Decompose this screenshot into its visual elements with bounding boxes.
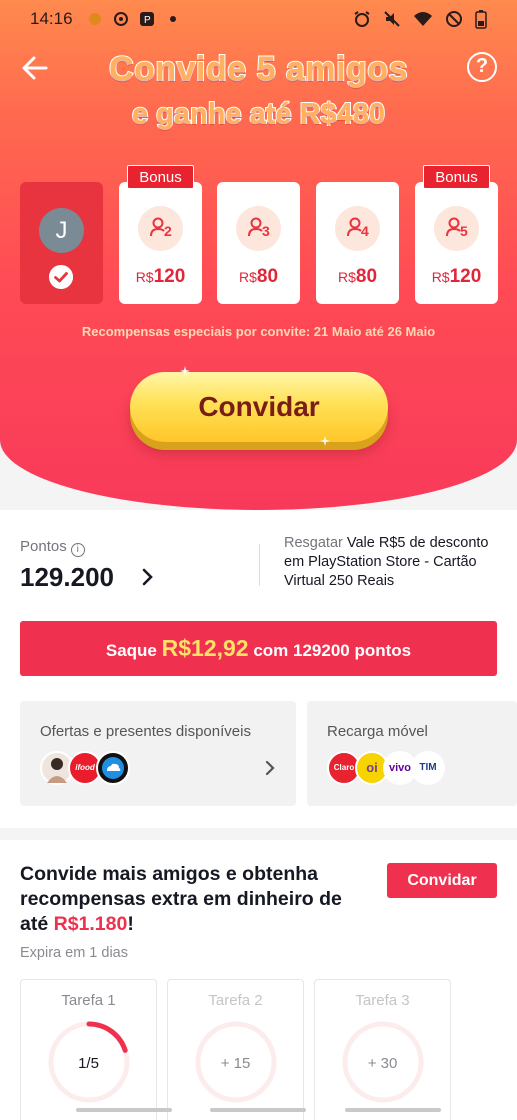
alarm-icon bbox=[354, 11, 370, 27]
points-value[interactable]: 129.200 bbox=[20, 562, 114, 593]
reward-amount: R$80 bbox=[337, 266, 378, 287]
friend-icon: 5 bbox=[434, 206, 479, 251]
invite-more-button[interactable]: Convidar bbox=[387, 863, 497, 898]
bonus-badge: Bonus bbox=[423, 165, 490, 189]
mute-icon bbox=[384, 11, 400, 27]
invite-hero-banner: 14:16 P ? Convide 5 amigos e ganhe até R… bbox=[0, 0, 517, 510]
chevron-right-icon bbox=[265, 760, 275, 776]
friend-number: 4 bbox=[361, 223, 369, 239]
notification-app-icon bbox=[88, 13, 101, 25]
status-bar: 14:16 P bbox=[0, 0, 517, 38]
friend-reward-cards: J Bonus 2 R$120 3 R$80 4 R$80 Bonus 5 R$… bbox=[20, 165, 498, 304]
task-progress-label: + 15 bbox=[220, 1055, 251, 1072]
task-name: Tarefa 2 bbox=[208, 992, 263, 1009]
friend-card-4[interactable]: 4 R$80 bbox=[316, 182, 399, 304]
cloud-logo-icon bbox=[96, 751, 130, 785]
battery-icon bbox=[475, 10, 487, 29]
system-nav-bar bbox=[0, 1104, 517, 1120]
tim-logo-icon: TIM bbox=[411, 751, 445, 785]
svg-text:P: P bbox=[144, 15, 151, 26]
task-progress-label: 1/5 bbox=[78, 1055, 99, 1072]
sparkle-icon bbox=[180, 366, 190, 376]
redeem-link[interactable]: Resgatar Vale R$5 de desconto em PlaySta… bbox=[284, 534, 504, 591]
cash-out-button[interactable]: Saque R$12,92 com 129200 pontos bbox=[20, 621, 497, 676]
friend-number: 2 bbox=[164, 223, 172, 239]
chevron-right-icon[interactable] bbox=[141, 567, 155, 587]
checkmark-icon bbox=[49, 265, 73, 289]
task-name: Tarefa 1 bbox=[61, 992, 116, 1009]
avatar: J bbox=[39, 208, 84, 253]
expiry-text: Expira em 1 dias bbox=[20, 945, 128, 961]
more-rewards-section: Convide mais amigos e obtenha recompensa… bbox=[0, 840, 517, 1120]
task-card-2[interactable]: Tarefa 2 + 15 bbox=[167, 979, 304, 1120]
points-label: Pontos i bbox=[20, 538, 85, 557]
info-icon[interactable]: i bbox=[70, 543, 85, 557]
sync-icon bbox=[113, 12, 128, 26]
nav-back-handle[interactable] bbox=[345, 1108, 441, 1112]
points-section: Pontos i 129.200 Resgatar Vale R$5 de des… bbox=[0, 510, 517, 828]
task-card-1[interactable]: Tarefa 1 1/5 bbox=[20, 979, 157, 1120]
bonus-badge: Bonus bbox=[127, 165, 194, 189]
recharge-tile[interactable]: Recarga móvel Claro oi vivo TIM bbox=[307, 701, 517, 806]
recharge-title: Recarga móvel bbox=[327, 723, 428, 740]
wifi-icon bbox=[414, 12, 432, 26]
task-card-3[interactable]: Tarefa 3 + 30 bbox=[314, 979, 451, 1120]
friend-icon: 2 bbox=[138, 206, 183, 251]
reward-amount: R$80 bbox=[238, 266, 279, 287]
parking-icon: P bbox=[139, 12, 154, 26]
hero-subtitle: e ganhe até R$480 bbox=[131, 97, 386, 131]
status-time: 14:16 bbox=[30, 9, 73, 28]
friend-icon: 3 bbox=[236, 206, 281, 251]
sparkle-icon bbox=[320, 436, 330, 446]
friend-card-3[interactable]: 3 R$80 bbox=[217, 182, 300, 304]
nav-recents-handle[interactable] bbox=[76, 1108, 172, 1112]
hero-title: Convide 5 amigos bbox=[108, 49, 408, 89]
divider bbox=[259, 544, 260, 586]
task-name: Tarefa 3 bbox=[355, 992, 410, 1009]
more-rewards-title: Convide mais amigos e obtenha recompensa… bbox=[20, 863, 342, 935]
friend-card-5[interactable]: Bonus 5 R$120 bbox=[415, 165, 498, 304]
task-progress-label: + 30 bbox=[367, 1055, 398, 1072]
reward-amount: R$120 bbox=[431, 266, 482, 287]
friend-number: 3 bbox=[262, 223, 270, 239]
dot-icon bbox=[169, 16, 176, 22]
no-signal-icon bbox=[446, 11, 462, 27]
invite-button[interactable]: Convidar bbox=[130, 372, 388, 442]
reward-amount: R$120 bbox=[135, 266, 186, 287]
friend-icon: 4 bbox=[335, 206, 380, 251]
friend-card-2[interactable]: Bonus 2 R$120 bbox=[119, 165, 202, 304]
my-avatar-card: J bbox=[20, 182, 103, 304]
nav-home-handle[interactable] bbox=[210, 1108, 306, 1112]
offers-tile[interactable]: Ofertas e presentes disponíveis ifood bbox=[20, 701, 296, 806]
friend-number: 5 bbox=[460, 223, 468, 239]
promo-period-note: Recompensas especiais por convite: 21 Ma… bbox=[81, 324, 436, 339]
offers-title: Ofertas e presentes disponíveis bbox=[40, 723, 251, 740]
